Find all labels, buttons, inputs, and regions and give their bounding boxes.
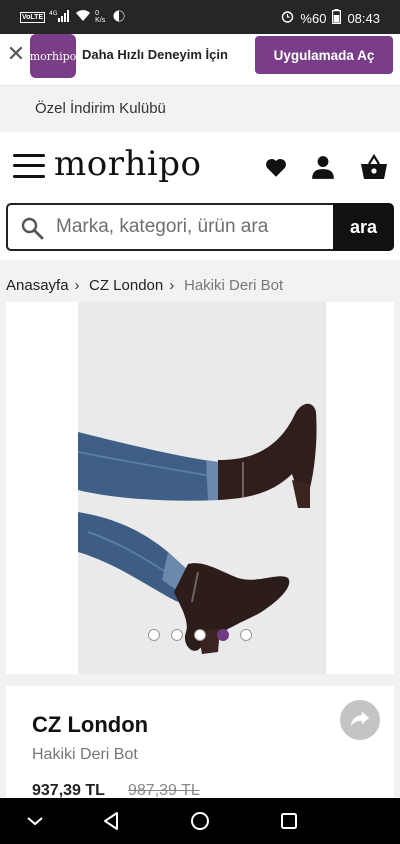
gallery-pagination [6,629,394,641]
search-box [6,203,334,251]
app-logo: morhipo [30,34,76,78]
back-icon[interactable] [100,810,122,832]
volte-icon: VoLTE [20,11,46,23]
wifi-icon [75,9,91,25]
basket-icon[interactable] [360,153,387,180]
gallery-dot[interactable] [148,629,160,641]
collapse-icon[interactable] [24,810,46,832]
search-icon [20,216,44,240]
search-bar: ara [0,200,400,260]
gallery-dot-active[interactable] [217,629,229,641]
close-icon[interactable]: ✕ [6,43,26,65]
site-logo[interactable]: morhipo [54,144,201,184]
app-banner-text: Daha Hızlı Deneyim İçin [82,47,228,62]
gallery-dot[interactable] [171,629,183,641]
breadcrumb-item-brand[interactable]: CZ London › [89,277,174,294]
vpn-icon [113,10,125,25]
breadcrumb-item-current: Hakiki Deri Bot [184,277,284,294]
battery-level: %60 [300,10,327,26]
product-brand[interactable]: CZ London [32,712,148,738]
app-install-banner: ✕ morhipo Daha Hızlı Deneyim İçin Uygula… [0,34,400,86]
product-info: CZ London Hakiki Deri Bot 937,39 TL 987,… [6,686,394,806]
svg-text:4G: 4G [49,10,58,17]
share-icon [349,707,371,734]
battery-icon [332,9,342,27]
discount-club-link[interactable]: Özel İndirim Kulübü [0,86,400,132]
signal-icon: 4G [49,9,71,25]
product-image[interactable] [78,302,326,674]
system-nav-bar [0,798,400,844]
gallery-dot[interactable] [240,629,252,641]
share-button[interactable] [340,700,380,740]
alarm-icon [281,10,294,26]
menu-icon[interactable] [13,153,45,179]
recents-icon[interactable] [278,810,300,832]
search-input[interactable] [56,213,326,241]
open-in-app-button[interactable]: Uygulamada Aç [255,36,393,74]
status-bar: VoLTE 4G 0 K/s %60 08:43 [0,0,400,34]
product-gallery[interactable] [6,302,394,674]
discount-club-label: Özel İndirim Kulübü [35,100,166,117]
breadcrumb: Anasayfa › CZ London › Hakiki Deri Bot [0,260,400,302]
heart-icon[interactable] [263,154,289,180]
breadcrumb-item-home[interactable]: Anasayfa › [6,277,80,294]
site-header: morhipo [0,132,400,200]
user-icon[interactable] [310,154,336,180]
product-name: Hakiki Deri Bot [32,746,138,763]
search-button[interactable]: ara [333,203,394,251]
gallery-dot[interactable] [194,629,206,641]
clock: 08:43 [347,10,380,26]
home-icon[interactable] [189,810,211,832]
data-speed: 0 K/s [95,10,106,24]
